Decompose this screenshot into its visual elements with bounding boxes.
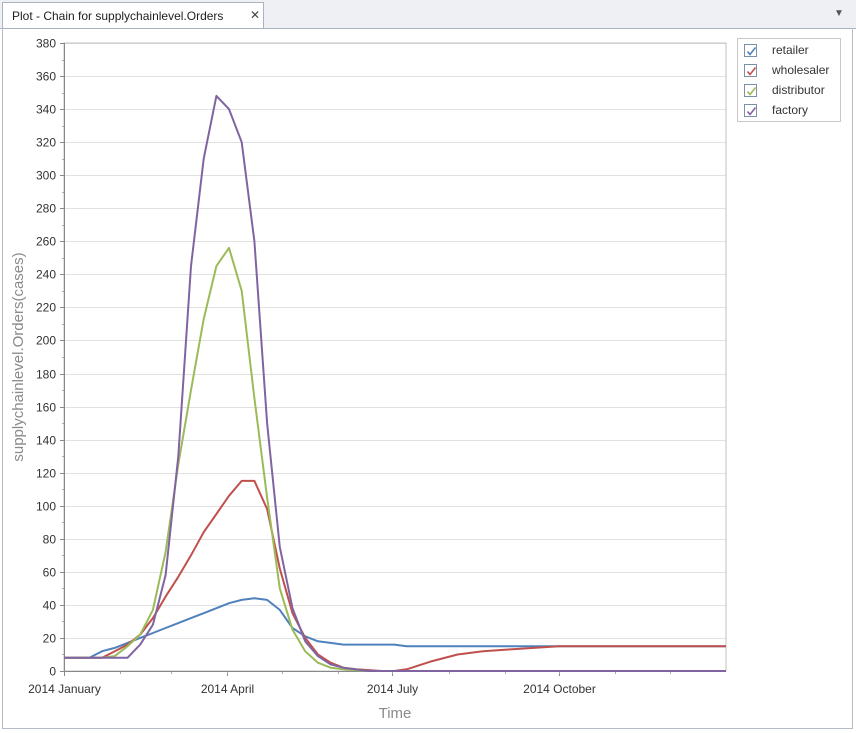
line-chart: 0 20 40 60 80 100 120 140 160 180 200 220 240 260 280 3… [10,37,727,722]
y-tick-label: 320 [36,136,56,150]
x-tick-label: 2014 July [367,682,418,696]
checkbox-checked-icon[interactable] [744,84,757,97]
legend-label: retailer [772,43,809,57]
y-axis: 0 20 40 60 80 100 120 140 160 180 200 220 240 260 280 3… [36,37,65,679]
y-tick-label: 40 [43,599,57,613]
y-tick-label: 80 [43,533,57,547]
y-tick-label: 160 [36,401,56,415]
x-axis-label: Time [379,705,412,722]
legend: retailer wholesaler distributor factory [737,38,841,122]
checkbox-checked-icon[interactable] [744,104,757,117]
legend-item-retailer[interactable]: retailer [744,42,840,60]
y-tick-label: 60 [43,566,57,580]
checkbox-checked-icon[interactable] [744,64,757,77]
series-line-distributor [64,246,726,672]
gridlines [64,43,726,672]
legend-item-distributor[interactable]: distributor [744,82,840,100]
y-tick-label: 220 [36,301,56,315]
y-tick-label: 0 [49,665,56,679]
y-tick-label: 380 [36,37,56,51]
y-tick-label: 260 [36,235,56,249]
y-axis-label: supplychainlevel.Orders(cases) [10,252,27,461]
y-tick-label: 360 [36,70,56,84]
y-tick-label: 180 [36,368,56,382]
checkbox-checked-icon[interactable] [744,44,757,57]
y-tick-label: 20 [43,632,57,646]
x-tick-label: 2014 October [523,682,596,696]
legend-item-factory[interactable]: factory [744,102,840,120]
plot-area [63,42,727,672]
y-tick-label: 120 [36,467,56,481]
series-line-factory [64,94,726,672]
series-lines [64,94,726,672]
y-tick-label: 340 [36,103,56,117]
legend-label: factory [772,103,809,117]
legend-label: distributor [772,83,825,97]
x-tick-label: 2014 January [28,682,101,696]
y-tick-label: 240 [36,268,56,282]
series-line-retailer [64,597,726,659]
legend-label: wholesaler [772,63,830,77]
legend-item-wholesaler[interactable]: wholesaler [744,62,840,80]
y-tick-label: 200 [36,334,56,348]
y-tick-label: 280 [36,202,56,216]
y-tick-label: 100 [36,500,56,514]
y-tick-label: 300 [36,169,56,183]
series-line-wholesaler [64,479,726,672]
x-axis: 2014 January 2014 April 2014 July 2014 Octo… [28,671,726,696]
x-tick-label: 2014 April [201,682,254,696]
y-tick-label: 140 [36,434,56,448]
